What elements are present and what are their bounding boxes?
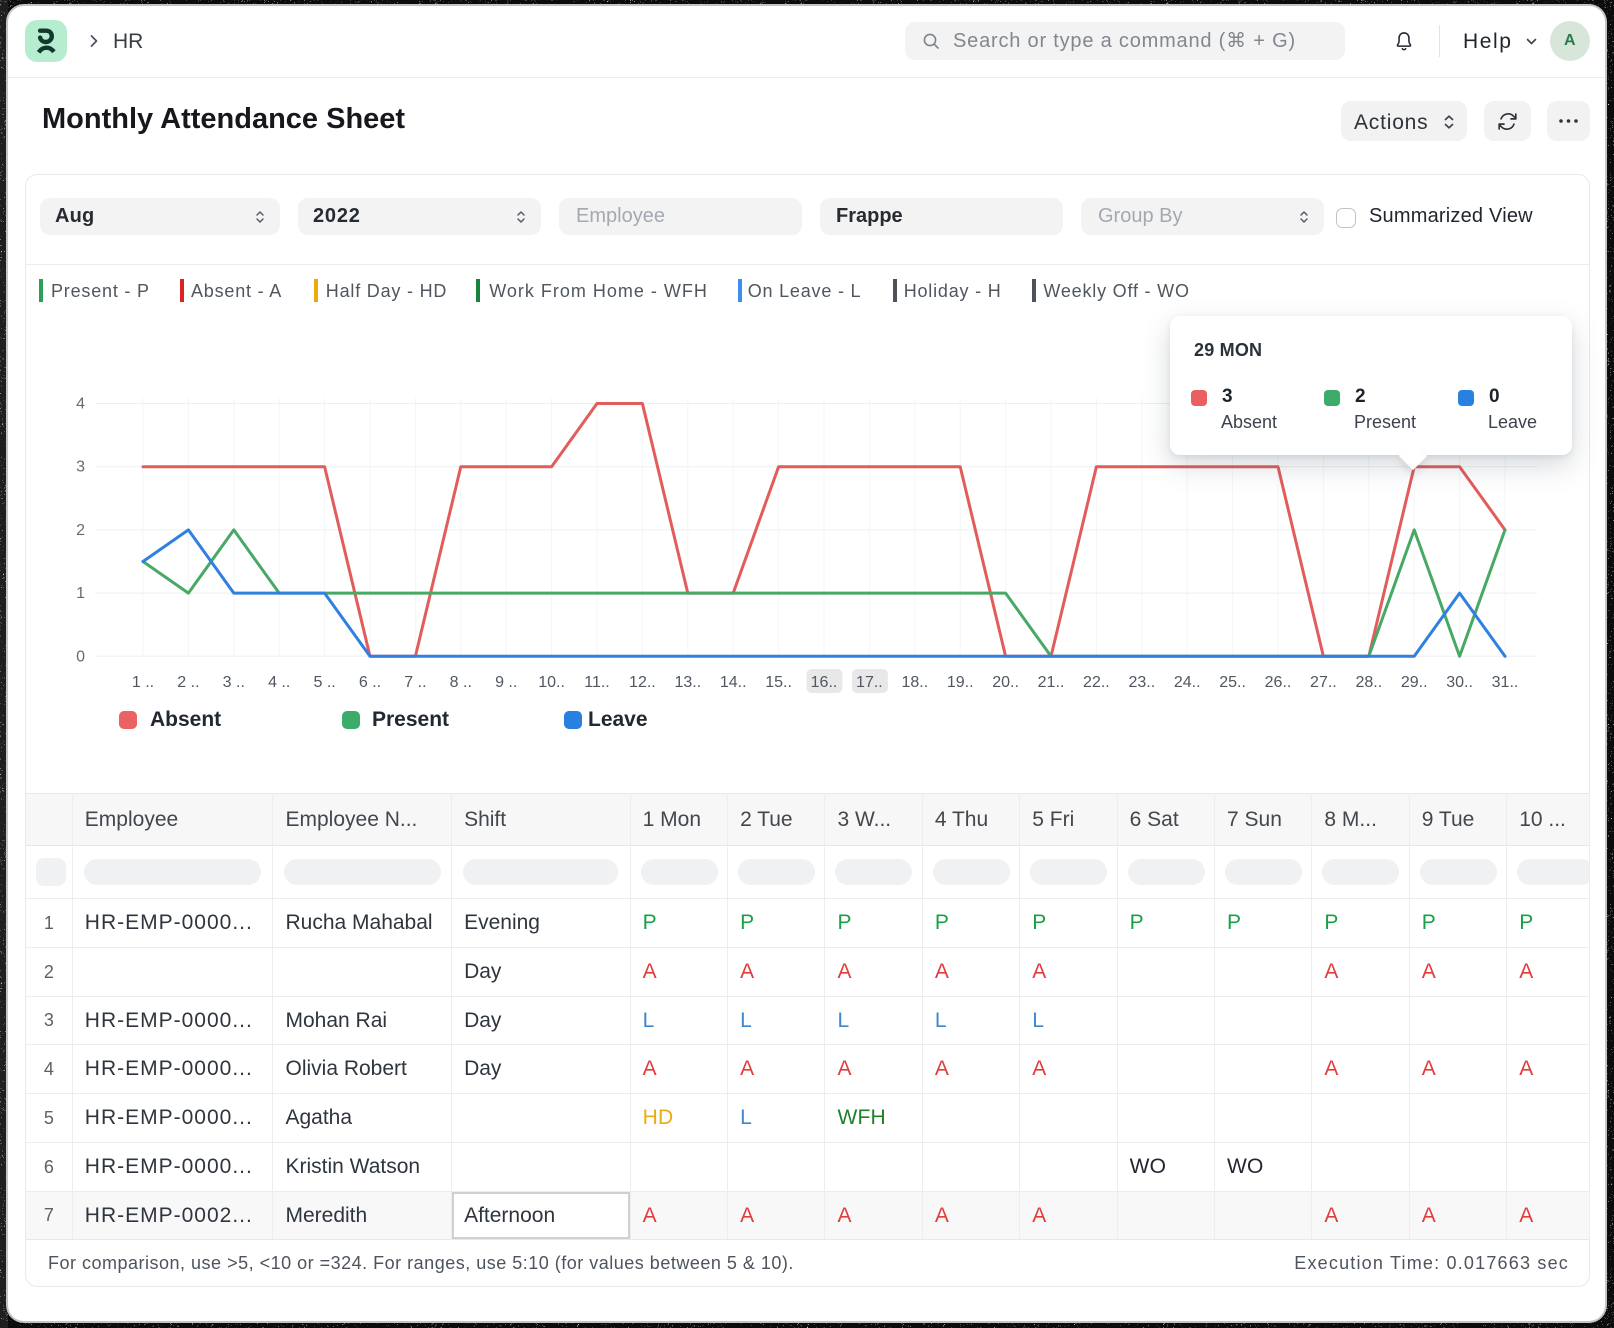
svg-text:7 ..: 7 ..: [404, 674, 426, 691]
svg-text:29..: 29..: [1401, 674, 1428, 691]
svg-text:31..: 31..: [1492, 674, 1519, 691]
svg-text:4 ..: 4 ..: [268, 674, 290, 691]
svg-text:27..: 27..: [1310, 674, 1337, 691]
svg-text:30..: 30..: [1446, 674, 1473, 691]
svg-text:21..: 21..: [1038, 674, 1065, 691]
svg-text:15..: 15..: [765, 674, 792, 691]
svg-text:4: 4: [76, 396, 85, 413]
svg-text:14..: 14..: [720, 674, 747, 691]
svg-text:20..: 20..: [992, 674, 1019, 691]
svg-text:12..: 12..: [629, 674, 656, 691]
svg-text:10..: 10..: [538, 674, 565, 691]
svg-text:23..: 23..: [1128, 674, 1155, 691]
svg-text:25..: 25..: [1219, 674, 1246, 691]
svg-text:2: 2: [76, 522, 85, 539]
svg-text:26..: 26..: [1265, 674, 1292, 691]
svg-text:11..: 11..: [584, 674, 610, 691]
svg-text:9 ..: 9 ..: [495, 674, 517, 691]
svg-text:24..: 24..: [1174, 674, 1201, 691]
svg-text:13..: 13..: [674, 674, 701, 691]
svg-text:8 ..: 8 ..: [450, 674, 472, 691]
svg-text:19..: 19..: [947, 674, 974, 691]
svg-text:3 ..: 3 ..: [223, 674, 245, 691]
svg-text:3: 3: [76, 459, 85, 476]
svg-text:28..: 28..: [1355, 674, 1382, 691]
svg-text:1: 1: [76, 585, 85, 602]
svg-text:22..: 22..: [1083, 674, 1110, 691]
svg-text:0: 0: [76, 648, 85, 665]
svg-text:17..: 17..: [856, 674, 883, 691]
svg-text:5 ..: 5 ..: [313, 674, 335, 691]
svg-text:6 ..: 6 ..: [359, 674, 381, 691]
svg-text:18..: 18..: [901, 674, 928, 691]
svg-text:1 ..: 1 ..: [132, 674, 154, 691]
svg-text:2 ..: 2 ..: [177, 674, 199, 691]
svg-text:16..: 16..: [811, 674, 838, 691]
